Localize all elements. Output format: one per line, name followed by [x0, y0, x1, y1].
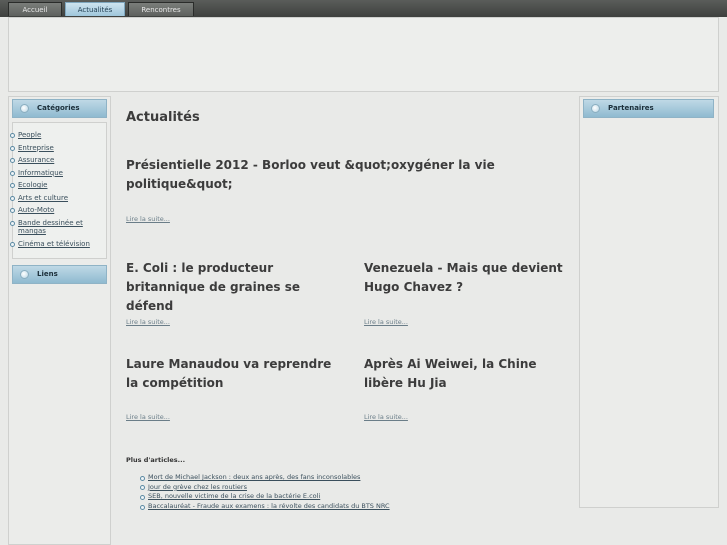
category-item: Bande dessinée et mangas [10, 219, 106, 236]
bullet-icon [10, 133, 15, 138]
category-item: Entreprise [10, 144, 106, 153]
bullet-icon [140, 494, 145, 500]
bullet-icon [140, 504, 145, 510]
category-item: Assurance [10, 156, 106, 165]
tab-accueil[interactable]: Accueil [8, 2, 62, 16]
category-link-entreprise[interactable]: Entreprise [18, 144, 54, 152]
bullet-icon [20, 104, 29, 113]
category-item: Ecologie [10, 181, 106, 190]
bullet-icon [140, 485, 145, 491]
categories-header: Catégories [12, 99, 107, 118]
list-item: Jour de grève chez les routiers [140, 483, 390, 493]
article-title-1[interactable]: Présientielle 2012 - Borloo veut &quot;o… [126, 156, 546, 194]
more-article-link-3[interactable]: SEB, nouvelle victime de la crise de la … [148, 492, 320, 500]
bullet-icon [10, 195, 15, 201]
bullet-icon [10, 170, 15, 176]
category-link-cinema-television[interactable]: Cinéma et télévision [18, 240, 90, 248]
category-item: People [10, 131, 106, 140]
list-item: Mort de Michael Jackson : deux ans après… [140, 473, 390, 483]
category-item: Arts et culture [10, 194, 106, 203]
more-article-link-1[interactable]: Mort de Michael Jackson : deux ans après… [148, 473, 360, 481]
category-link-assurance[interactable]: Assurance [18, 156, 54, 164]
bullet-icon [140, 475, 145, 481]
top-navigation: Accueil Actualités Rencontres [0, 0, 727, 17]
header-banner [8, 17, 719, 92]
article-title-3[interactable]: Venezuela - Mais que devient Hugo Chavez… [364, 259, 569, 297]
category-item: Auto-Moto [10, 206, 106, 215]
category-link-auto-moto[interactable]: Auto-Moto [18, 206, 54, 214]
links-header: Liens [12, 265, 107, 284]
category-item: Informatique [10, 169, 106, 178]
list-item: Baccalauréat - Fraude aux examens : la r… [140, 502, 390, 512]
more-article-link-4[interactable]: Baccalauréat - Fraude aux examens : la r… [148, 502, 390, 510]
category-item: Cinéma et télévision [10, 240, 106, 249]
tab-rencontres[interactable]: Rencontres [128, 2, 194, 16]
read-more-link-5[interactable]: Lire la suite... [364, 413, 408, 421]
article-title-2[interactable]: E. Coli : le producteur britannique de g… [126, 259, 344, 316]
bullet-icon [10, 183, 15, 188]
bullet-icon [10, 145, 15, 151]
category-link-informatique[interactable]: Informatique [18, 169, 63, 177]
bullet-icon [10, 158, 15, 163]
article-title-5[interactable]: Après Ai Weiwei, la Chine libère Hu Jia [364, 355, 569, 393]
category-link-people[interactable]: People [18, 131, 41, 139]
more-articles-title: Plus d'articles... [126, 456, 186, 464]
read-more-link-1[interactable]: Lire la suite... [126, 215, 170, 223]
tab-actualites[interactable]: Actualités [65, 2, 125, 16]
page-title: Actualités [126, 110, 200, 125]
list-item: SEB, nouvelle victime de la crise de la … [140, 492, 390, 502]
bullet-icon [10, 241, 15, 247]
more-articles-list: Mort de Michael Jackson : deux ans après… [140, 473, 390, 512]
partners-header: Partenaires [583, 99, 714, 118]
category-link-arts-culture[interactable]: Arts et culture [18, 194, 68, 202]
read-more-link-3[interactable]: Lire la suite... [364, 318, 408, 326]
read-more-link-2[interactable]: Lire la suite... [126, 318, 170, 326]
category-link-bande-dessinee[interactable]: Bande dessinée et mangas [18, 219, 83, 236]
bullet-icon [591, 104, 600, 113]
bullet-icon [10, 220, 15, 226]
bullet-icon [10, 208, 15, 213]
categories-list: People Entreprise Assurance Informatique… [10, 131, 106, 252]
links-title: Liens [37, 270, 58, 278]
article-title-4[interactable]: Laure Manaudou va reprendre la compétiti… [126, 355, 344, 393]
right-sidebar [579, 96, 719, 508]
partners-title: Partenaires [608, 104, 654, 112]
more-article-link-2[interactable]: Jour de grève chez les routiers [148, 483, 247, 491]
categories-title: Catégories [37, 104, 80, 112]
category-link-ecologie[interactable]: Ecologie [18, 181, 47, 189]
read-more-link-4[interactable]: Lire la suite... [126, 413, 170, 421]
bullet-icon [20, 270, 29, 279]
